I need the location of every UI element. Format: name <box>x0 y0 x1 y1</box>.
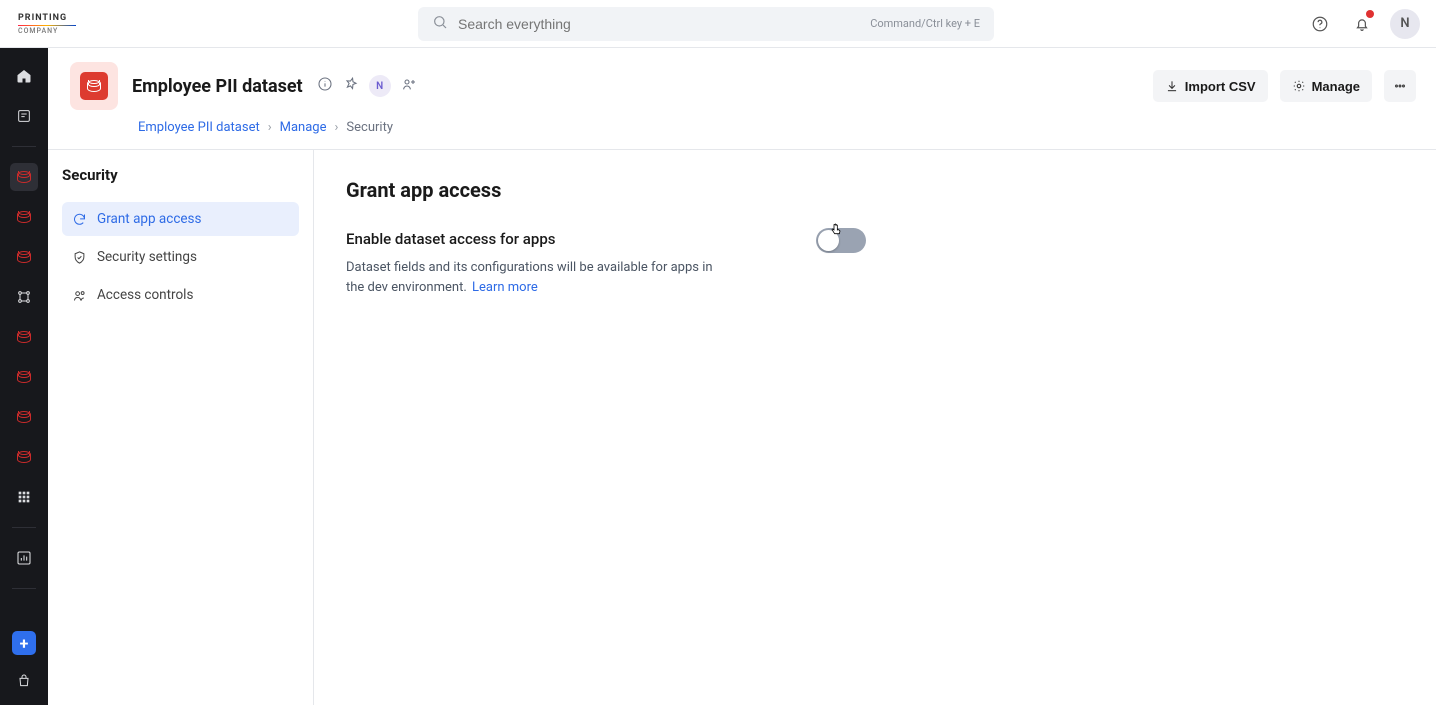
rail-dataset-icon[interactable] <box>10 363 38 391</box>
main-content: Grant app access Enable dataset access f… <box>314 150 1436 705</box>
refresh-icon <box>72 212 87 227</box>
rail-separator <box>12 588 36 589</box>
import-csv-button[interactable]: Import CSV <box>1153 70 1268 102</box>
more-button[interactable] <box>1384 70 1416 102</box>
breadcrumb-item[interactable]: Employee PII dataset <box>138 120 260 135</box>
chevron-right-icon: › <box>335 120 339 135</box>
breadcrumb-item[interactable]: Manage <box>280 120 327 135</box>
sidebar-item-access-controls[interactable]: Access controls <box>62 278 299 312</box>
rail-home-icon[interactable] <box>10 62 38 90</box>
learn-more-link[interactable]: Learn more <box>472 280 538 295</box>
avatar-letter: N <box>1400 16 1409 31</box>
import-csv-label: Import CSV <box>1185 79 1256 94</box>
notifications-button[interactable] <box>1348 10 1376 38</box>
page-meta-icons: N <box>317 75 417 97</box>
search-input[interactable] <box>458 16 860 32</box>
users-icon <box>72 288 87 303</box>
page-header-row: Employee PII dataset N Import CSV Manage <box>70 62 1416 110</box>
brand-stripe <box>18 25 76 26</box>
rail-dataset-icon[interactable] <box>10 203 38 231</box>
sidebar-title: Security <box>62 166 299 184</box>
page-actions: Import CSV Manage <box>1153 70 1416 102</box>
entity-tile <box>70 62 118 110</box>
sidebar-item-security-settings[interactable]: Security settings <box>62 240 299 274</box>
topbar: PRINTING COMPANY Command/Ctrl key + E N <box>0 0 1436 48</box>
rail-schema-icon[interactable] <box>10 283 38 311</box>
section-title: Grant app access <box>346 178 1404 202</box>
share-icon[interactable] <box>401 76 417 96</box>
enable-access-toggle[interactable] <box>816 228 866 253</box>
shield-check-icon <box>72 250 87 265</box>
pin-icon[interactable] <box>343 76 359 96</box>
rail-separator <box>12 146 36 147</box>
dataset-icon <box>80 72 108 100</box>
manage-button[interactable]: Manage <box>1280 70 1372 102</box>
search-icon <box>432 14 448 34</box>
page-title: Employee PII dataset <box>132 76 303 97</box>
toggle-knob <box>818 230 839 251</box>
setting-description: Dataset fields and its configurations wi… <box>346 258 716 297</box>
page-area: Employee PII dataset N Import CSV Manage <box>48 48 1436 705</box>
setting-row: Enable dataset access for apps Dataset f… <box>346 230 866 297</box>
page-header: Employee PII dataset N Import CSV Manage <box>48 48 1436 150</box>
sidebar-item-grant-app-access[interactable]: Grant app access <box>62 202 299 236</box>
sidebar-item-label: Access controls <box>97 287 193 303</box>
rail-marketplace-icon[interactable] <box>10 667 38 695</box>
rail-apps-icon[interactable] <box>10 483 38 511</box>
info-icon[interactable] <box>317 76 333 96</box>
global-search[interactable]: Command/Ctrl key + E <box>418 7 994 41</box>
rail-analytics-icon[interactable] <box>10 544 38 572</box>
rail-dataset-icon[interactable] <box>10 443 38 471</box>
brand-sub: COMPANY <box>18 27 76 35</box>
rail-add-button[interactable]: + <box>12 631 36 655</box>
nav-rail: + <box>0 48 48 705</box>
body-row: Security Grant app access Security setti… <box>48 150 1436 705</box>
brand-name: PRINTING <box>18 13 76 23</box>
rail-dataset-icon[interactable] <box>10 243 38 271</box>
rail-dataset-icon[interactable] <box>10 323 38 351</box>
setting-text: Enable dataset access for apps Dataset f… <box>346 230 756 297</box>
breadcrumb-current: Security <box>346 120 393 135</box>
user-avatar[interactable]: N <box>1390 9 1420 39</box>
security-sidebar: Security Grant app access Security setti… <box>48 150 314 705</box>
manage-label: Manage <box>1312 79 1360 94</box>
search-shortcut-hint: Command/Ctrl key + E <box>870 17 980 30</box>
rail-app-icon[interactable] <box>10 102 38 130</box>
rail-dataset-current-icon[interactable] <box>10 163 38 191</box>
rail-dataset-icon[interactable] <box>10 403 38 431</box>
rail-separator <box>12 527 36 528</box>
breadcrumb: Employee PII dataset › Manage › Security <box>70 110 1416 149</box>
setting-label: Enable dataset access for apps <box>346 230 756 248</box>
help-button[interactable] <box>1306 10 1334 38</box>
topbar-right: N <box>1306 9 1420 39</box>
owner-avatar[interactable]: N <box>369 75 391 97</box>
brand-logo[interactable]: PRINTING COMPANY <box>18 13 76 35</box>
sidebar-item-label: Grant app access <box>97 211 202 227</box>
sidebar-item-label: Security settings <box>97 249 197 265</box>
chevron-right-icon: › <box>268 120 272 135</box>
notification-dot <box>1366 10 1374 18</box>
